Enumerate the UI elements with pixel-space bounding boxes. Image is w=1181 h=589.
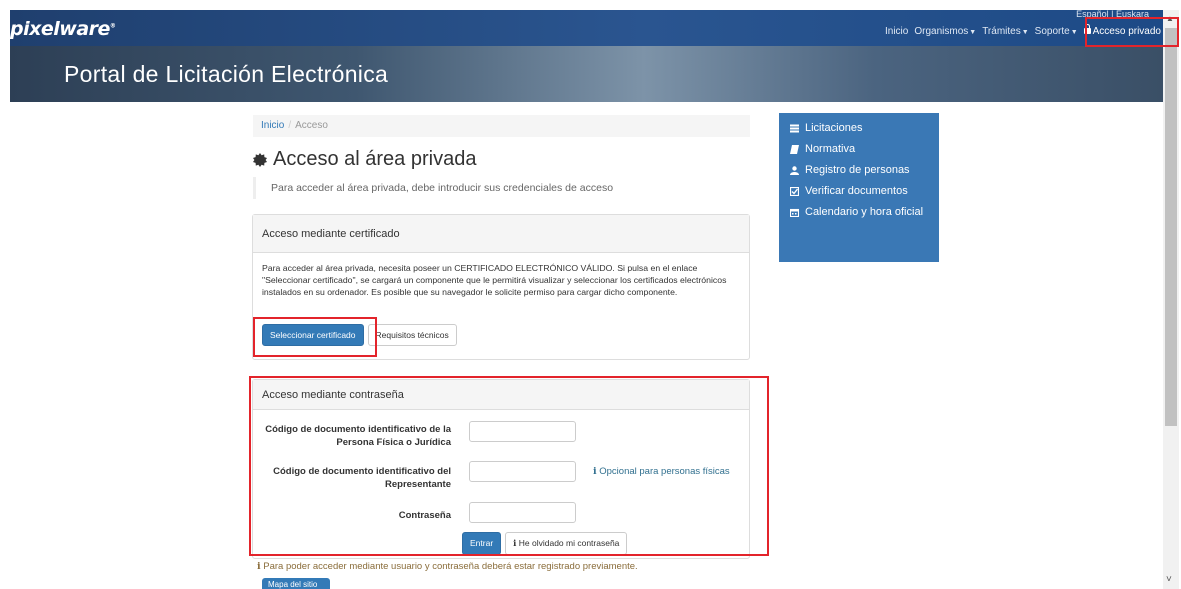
calendar-icon [790,208,799,217]
info-icon: i [257,561,261,572]
nav-inicio[interactable]: Inicio [885,26,908,37]
nav-organismos[interactable]: Organismos▼ [914,26,976,37]
caret-down-icon: ▼ [969,29,977,36]
certificate-instructions: Para acceder al área privada, necesita p… [262,263,727,298]
side-item-normativa[interactable]: Normativa [790,144,939,155]
side-item-label: Licitaciones [805,122,863,134]
highlight-select-certificate [253,317,377,357]
page: pixelware® Español | Euskara Inicio Orga… [0,0,1181,589]
certificate-icon [253,152,267,167]
list-icon [790,124,799,133]
nav-tramites-label: Trámites [982,26,1021,37]
breadcrumb-home[interactable]: Inicio [261,120,284,131]
scrollbar-thumb[interactable] [1165,28,1177,426]
nav-soporte[interactable]: Soporte▼ [1035,26,1078,37]
caret-down-icon: ▼ [1021,29,1029,36]
side-item-label: Registro de personas [805,164,910,176]
technical-requirements-button[interactable]: Requisitos técnicos [367,324,457,346]
page-title-text: Acceso al área privada [273,148,477,170]
side-item-licitaciones[interactable]: Licitaciones [790,123,939,134]
side-item-registro[interactable]: Registro de personas [790,165,939,176]
certificate-panel-title: Acceso mediante certificado [253,215,749,253]
brand-name: pixelware [10,18,110,40]
nav-tramites[interactable]: Trámites▼ [982,26,1028,37]
breadcrumb-separator: / [288,120,292,131]
side-item-label: Calendario y hora oficial [805,206,924,218]
brand-mark: ® [109,22,116,30]
side-item-verificar[interactable]: Verificar documentos [790,186,939,197]
side-item-label: Normativa [805,143,856,155]
scroll-down-arrow-icon[interactable]: ˅ [1166,574,1172,585]
nav-organismos-label: Organismos [914,26,969,37]
highlight-acceso-privado [1085,17,1179,47]
caret-down-icon: ▼ [1070,29,1078,36]
registration-note: i Para poder acceder mediante usuario y … [257,561,638,572]
intro-text: Para acceder al área privada, debe intro… [253,177,750,199]
header-banner: Portal de Licitación Electrónica [10,46,1163,102]
top-navbar: pixelware® Español | Euskara Inicio Orga… [10,9,1163,46]
side-item-calendario[interactable]: Calendario y hora oficial [790,207,939,218]
highlight-password-panel [249,376,769,556]
brand-logo[interactable]: pixelware® [10,18,116,40]
sitemap-button[interactable]: Mapa del sitio [262,578,330,589]
registration-note-text: Para poder acceder mediante usuario y co… [263,561,638,572]
user-icon [790,166,799,175]
side-menu: Licitaciones Normativa Registro de perso… [779,113,939,262]
nav-soporte-label: Soporte [1034,26,1070,37]
portal-title: Portal de Licitación Electrónica [64,61,389,87]
breadcrumb-current: Acceso [295,120,328,131]
side-item-label: Verificar documentos [805,185,908,197]
book-icon [790,145,799,154]
breadcrumb: Inicio / Acceso [253,115,750,137]
page-title: Acceso al área privada [253,148,476,171]
checkbox-icon [790,187,799,196]
